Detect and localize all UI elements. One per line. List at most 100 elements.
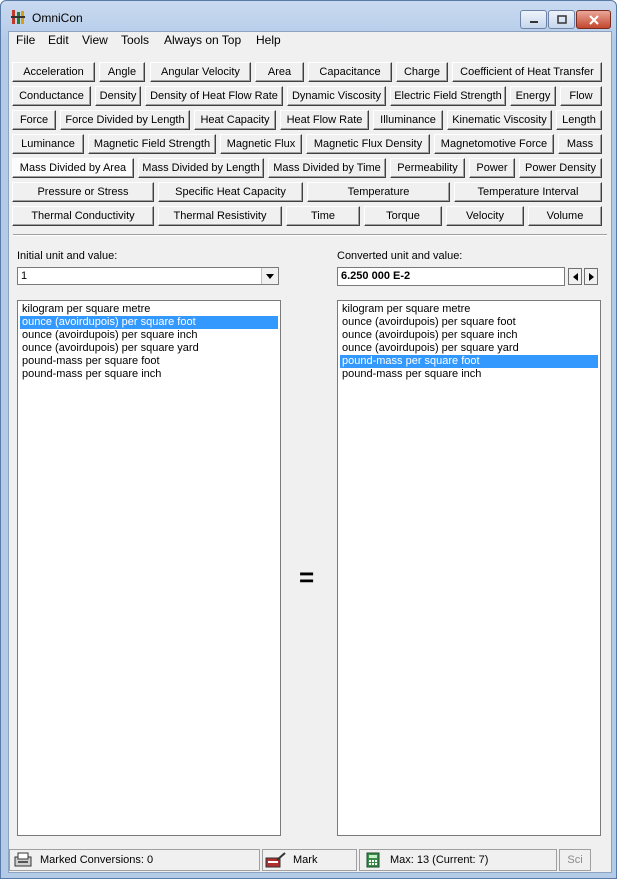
list-item[interactable]: ounce (avoirdupois) per square yard bbox=[20, 342, 278, 355]
decrease-precision-button[interactable] bbox=[568, 268, 582, 285]
mark-button[interactable]: Mark bbox=[262, 849, 357, 871]
list-item[interactable]: ounce (avoirdupois) per square yard bbox=[340, 342, 598, 355]
tab-electric-field-strength[interactable]: Electric Field Strength bbox=[390, 86, 506, 106]
app-icon bbox=[11, 10, 25, 24]
menu-bar: File Edit View Tools Always on Top Help bbox=[9, 32, 611, 50]
tab-flow[interactable]: Flow bbox=[560, 86, 602, 106]
tab-magnetomotive-force[interactable]: Magnetomotive Force bbox=[434, 134, 554, 154]
status-bar: Marked Conversions: 0 Mark Max: 13 (Curr… bbox=[9, 847, 611, 872]
tab-time[interactable]: Time bbox=[286, 206, 360, 226]
tab-thermal-conductivity[interactable]: Thermal Conductivity bbox=[12, 206, 154, 226]
tab-illuminance[interactable]: Illuminance bbox=[373, 110, 443, 130]
tab-pressure-or-stress[interactable]: Pressure or Stress bbox=[12, 182, 154, 202]
tab-temperature-interval[interactable]: Temperature Interval bbox=[454, 182, 602, 202]
converted-value-field[interactable]: 6.250 000 E-2 bbox=[337, 267, 565, 286]
tab-angle[interactable]: Angle bbox=[99, 62, 145, 82]
increase-precision-button[interactable] bbox=[584, 268, 598, 285]
tab-volume[interactable]: Volume bbox=[528, 206, 602, 226]
dropdown-button[interactable] bbox=[261, 268, 278, 284]
maximize-icon bbox=[556, 15, 567, 24]
menu-tools[interactable]: Tools bbox=[117, 33, 153, 47]
converted-unit-list[interactable]: kilogram per square metre ounce (avoirdu… bbox=[337, 300, 601, 836]
sci-toggle[interactable]: Sci bbox=[559, 849, 591, 871]
list-item[interactable]: ounce (avoirdupois) per square inch bbox=[20, 329, 278, 342]
minimize-icon bbox=[529, 20, 538, 23]
menu-always-on-top[interactable]: Always on Top bbox=[160, 33, 245, 47]
tab-dynamic-viscosity[interactable]: Dynamic Viscosity bbox=[287, 86, 386, 106]
initial-unit-list[interactable]: kilogram per square metre ounce (avoirdu… bbox=[17, 300, 281, 836]
tab-acceleration[interactable]: Acceleration bbox=[12, 62, 95, 82]
tab-heat-capacity[interactable]: Heat Capacity bbox=[194, 110, 276, 130]
tab-velocity[interactable]: Velocity bbox=[446, 206, 524, 226]
tab-power-density[interactable]: Power Density bbox=[519, 158, 602, 178]
mark-label: Mark bbox=[293, 854, 318, 866]
tab-mass-divided-by-time[interactable]: Mass Divided by Time bbox=[268, 158, 386, 178]
tab-force-divided-by-length[interactable]: Force Divided by Length bbox=[60, 110, 190, 130]
list-item[interactable]: kilogram per square metre bbox=[340, 303, 598, 316]
app-window: OmniCon File Edit View Tools Always on T… bbox=[0, 0, 617, 879]
tab-mass[interactable]: Mass bbox=[558, 134, 602, 154]
tab-mass-divided-by-area[interactable]: Mass Divided by Area bbox=[12, 158, 134, 178]
tab-area[interactable]: Area bbox=[255, 62, 304, 82]
tab-length[interactable]: Length bbox=[556, 110, 602, 130]
tab-force[interactable]: Force bbox=[12, 110, 56, 130]
tab-magnetic-flux[interactable]: Magnetic Flux bbox=[220, 134, 302, 154]
tab-conductance[interactable]: Conductance bbox=[12, 86, 91, 106]
tab-charge[interactable]: Charge bbox=[396, 62, 448, 82]
tab-angular-velocity[interactable]: Angular Velocity bbox=[150, 62, 251, 82]
initial-unit-label: Initial unit and value: bbox=[17, 250, 118, 262]
list-item[interactable]: kilogram per square metre bbox=[20, 303, 278, 316]
list-item[interactable]: pound-mass per square foot bbox=[20, 355, 278, 368]
list-item-selected[interactable]: ounce (avoirdupois) per square foot bbox=[20, 316, 278, 329]
tab-specific-heat-capacity[interactable]: Specific Heat Capacity bbox=[158, 182, 303, 202]
initial-value[interactable]: 1 bbox=[21, 270, 27, 282]
equals-sign: = bbox=[299, 562, 315, 592]
close-icon bbox=[588, 14, 599, 25]
tab-luminance[interactable]: Luminance bbox=[12, 134, 84, 154]
converted-value: 6.250 000 E-2 bbox=[341, 270, 411, 282]
list-item[interactable]: ounce (avoirdupois) per square inch bbox=[340, 329, 598, 342]
list-item[interactable]: ounce (avoirdupois) per square foot bbox=[340, 316, 598, 329]
maximize-button[interactable] bbox=[548, 10, 575, 29]
client-area: File Edit View Tools Always on Top Help … bbox=[8, 31, 612, 873]
marked-conversions-icon bbox=[12, 851, 34, 869]
tab-density[interactable]: Density bbox=[95, 86, 141, 106]
tab-energy[interactable]: Energy bbox=[510, 86, 556, 106]
tab-temperature[interactable]: Temperature bbox=[307, 182, 450, 202]
divider bbox=[13, 234, 607, 236]
tab-magnetic-flux-density[interactable]: Magnetic Flux Density bbox=[306, 134, 430, 154]
sci-label: Sci bbox=[567, 854, 583, 866]
tab-coefficient-of-heat-transfer[interactable]: Coefficient of Heat Transfer bbox=[452, 62, 602, 82]
title-bar[interactable]: OmniCon bbox=[1, 1, 616, 31]
category-tabs: Acceleration Angle Angular Velocity Area… bbox=[9, 60, 611, 230]
converted-unit-label: Converted unit and value: bbox=[337, 250, 463, 262]
window-title: OmniCon bbox=[32, 11, 83, 25]
tab-power[interactable]: Power bbox=[469, 158, 515, 178]
tab-mass-divided-by-length[interactable]: Mass Divided by Length bbox=[138, 158, 264, 178]
menu-help[interactable]: Help bbox=[252, 33, 285, 47]
tab-permeability[interactable]: Permeability bbox=[390, 158, 465, 178]
tab-torque[interactable]: Torque bbox=[364, 206, 442, 226]
chevron-down-icon bbox=[266, 273, 274, 279]
chevron-right-icon bbox=[588, 272, 594, 281]
initial-value-combo[interactable]: 1 bbox=[17, 267, 279, 285]
menu-edit[interactable]: Edit bbox=[44, 33, 73, 47]
close-button[interactable] bbox=[576, 10, 611, 29]
list-item-selected[interactable]: pound-mass per square foot bbox=[340, 355, 598, 368]
max-current-text: Max: 13 (Current: 7) bbox=[390, 854, 489, 866]
menu-file[interactable]: File bbox=[12, 33, 39, 47]
menu-view[interactable]: View bbox=[78, 33, 112, 47]
tab-heat-flow-rate[interactable]: Heat Flow Rate bbox=[280, 110, 369, 130]
marked-conversions-panel[interactable]: Marked Conversions: 0 bbox=[9, 849, 260, 871]
chevron-left-icon bbox=[572, 272, 578, 281]
tab-density-of-heat-flow-rate[interactable]: Density of Heat Flow Rate bbox=[145, 86, 283, 106]
mark-icon bbox=[265, 851, 287, 869]
tab-magnetic-field-strength[interactable]: Magnetic Field Strength bbox=[88, 134, 216, 154]
minimize-button[interactable] bbox=[520, 10, 547, 29]
tab-capacitance[interactable]: Capacitance bbox=[308, 62, 392, 82]
list-item[interactable]: pound-mass per square inch bbox=[20, 368, 278, 381]
calculator-icon bbox=[362, 851, 384, 869]
tab-thermal-resistivity[interactable]: Thermal Resistivity bbox=[158, 206, 282, 226]
list-item[interactable]: pound-mass per square inch bbox=[340, 368, 598, 381]
tab-kinematic-viscosity[interactable]: Kinematic Viscosity bbox=[447, 110, 552, 130]
